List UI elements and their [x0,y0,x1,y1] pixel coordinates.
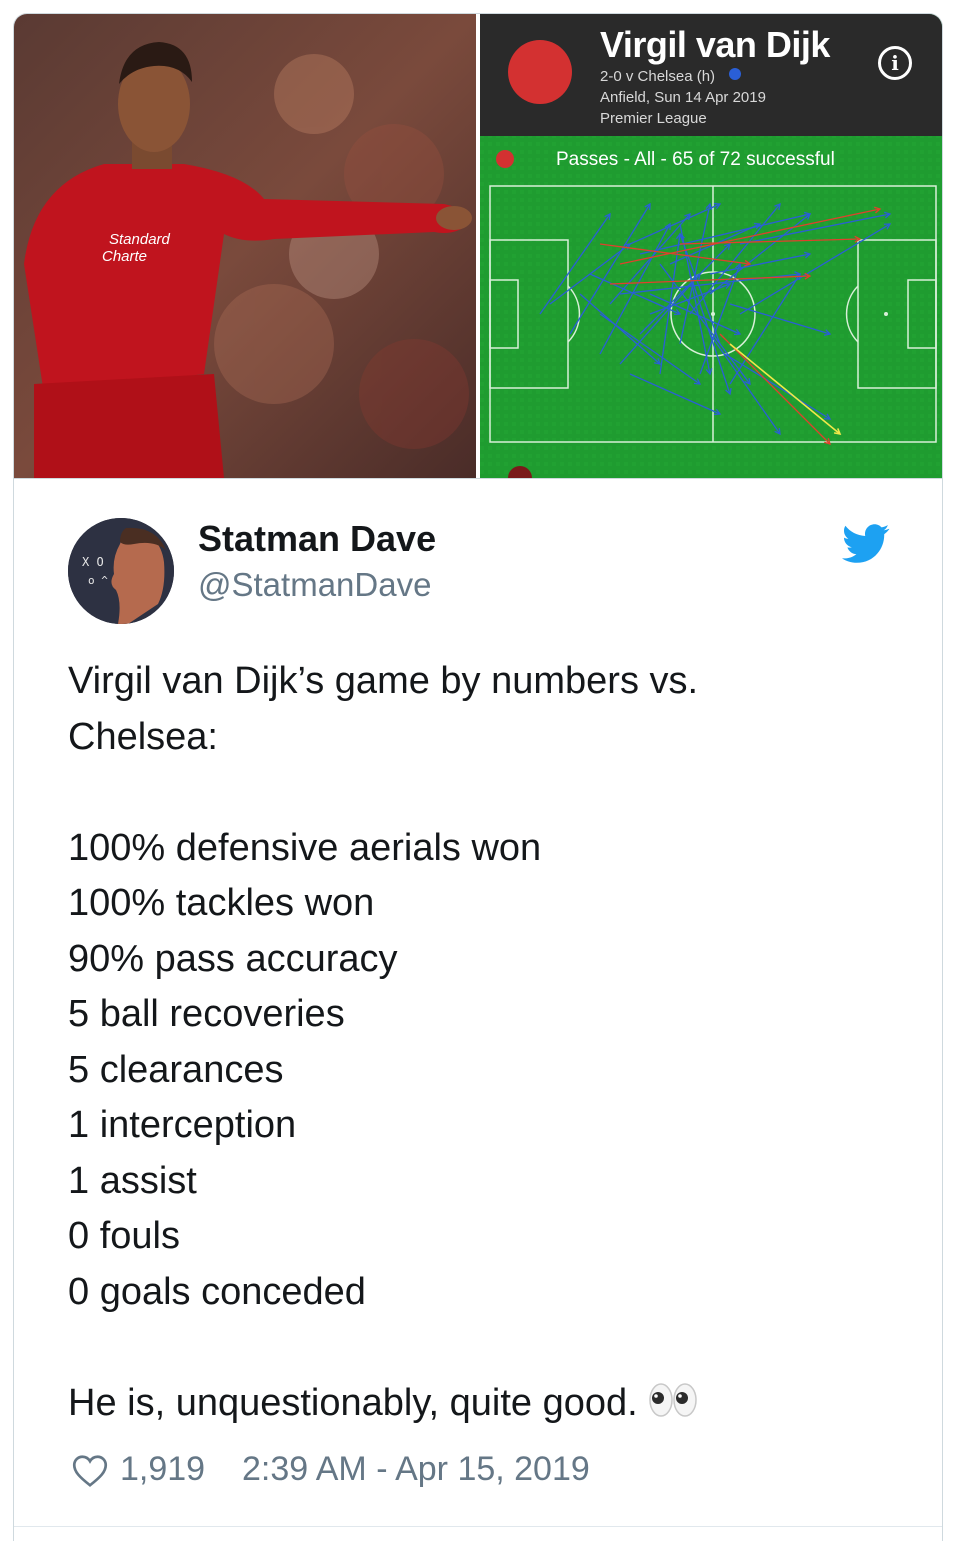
stat-line: 5 clearances [68,1048,284,1091]
stats-panel[interactable]: Virgil van Dijk 2-0 v Chelsea (h) Anfiel… [480,14,942,478]
eyes-emoji [648,1380,698,1436]
tweet-closing-text: He is, unquestionably, quite good. [68,1381,638,1424]
pass-map [480,136,942,478]
stat-line: 1 assist [68,1159,197,1202]
tweet-media[interactable]: Standard Charte Virgil van Dijk 2-0 v Ch… [14,14,942,479]
like-count[interactable]: 1,919 [120,1450,205,1489]
stat-line: 90% pass accuracy [68,937,398,980]
stat-line: 0 fouls [68,1215,180,1257]
passes-summary: Passes - All - 65 of 72 successful [556,149,835,170]
heart-glyph [72,1455,108,1487]
divider [14,1526,942,1527]
tweet-timestamp[interactable]: 2:39 AM - Apr 15, 2019 [242,1450,590,1489]
tweet-intro-line-2: Chelsea: [68,715,218,758]
author-handle[interactable]: @StatmanDave [198,566,431,604]
eyes-emoji-glyph [648,1382,697,1417]
avatar[interactable]: X O o ^ [68,518,174,624]
svg-text:Charte: Charte [102,248,147,265]
tweet-card: Standard Charte Virgil van Dijk 2-0 v Ch… [13,13,943,1541]
heart-icon[interactable] [72,1454,108,1488]
stat-line: 5 ball recoveries [68,993,345,1035]
passes-legend-dot [496,150,514,168]
stat-line: 100% tackles won [68,882,375,924]
stat-line: 0 goals conceded [68,1270,366,1313]
tweet-closing-line: He is, unquestionably, quite good. [68,1376,908,1436]
player-photo[interactable]: Standard Charte [14,14,476,478]
svg-text:o ^: o ^ [88,574,108,587]
player-photo-illustration: Standard Charte [14,14,476,478]
tweet-intro-line-1: Virgil van Dijk’s game by numbers vs. [68,660,699,702]
svg-text:X O: X O [82,555,104,569]
twitter-bird-icon[interactable] [842,524,890,564]
pitch-grass [480,136,942,478]
twitter-bird-glyph [842,524,890,563]
avatar-illustration: X O o ^ [68,518,174,624]
stat-line: 100% defensive aerials won [68,826,542,869]
author-name[interactable]: Statman Dave [198,518,436,560]
tweet-text: Virgil van Dijk’s game by numbers vs. Ch… [68,654,908,1435]
svg-text:Standard: Standard [109,231,171,248]
stat-line: 1 interception [68,1104,297,1146]
